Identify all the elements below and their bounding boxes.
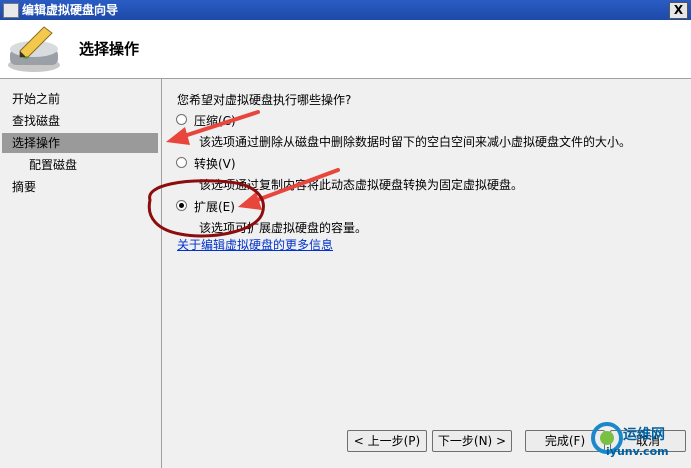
disk-pencil-icon	[8, 26, 60, 72]
question-label: 您希望对虚拟硬盘执行哪些操作?	[177, 93, 352, 107]
compact-description: 该选项通过删除从磁盘中删除数据时留下的空白空间来减小虚拟硬盘文件的大小。	[199, 135, 632, 149]
wizard-header: 选择操作	[0, 20, 691, 79]
wizard-steps-nav: 开始之前 查找磁盘 选择操作 配置磁盘 摘要	[0, 79, 162, 468]
expand-label[interactable]: 扩展(E)	[194, 198, 235, 215]
convert-description: 该选项通过复制内容将此动态虚拟硬盘转换为固定虚拟硬盘。	[199, 178, 524, 192]
nav-item-summary[interactable]: 摘要	[2, 177, 158, 197]
expand-description: 该选项可扩展虚拟硬盘的容量。	[199, 221, 368, 235]
previous-button[interactable]: < 上一步(P)	[347, 430, 427, 452]
compact-label[interactable]: 压缩(C)	[194, 112, 236, 129]
nav-item-configure-disk[interactable]: 配置磁盘	[2, 155, 158, 175]
wizard-content: 您希望对虚拟硬盘执行哪些操作? 压缩(C) 该选项通过删除从磁盘中删除数据时留下…	[162, 79, 691, 468]
convert-label[interactable]: 转换(V)	[194, 155, 236, 172]
expand-radio[interactable]	[176, 200, 187, 211]
window-title: 编辑虚拟硬盘向导	[22, 3, 119, 17]
more-info-link[interactable]: 关于编辑虚拟硬盘的更多信息	[177, 236, 333, 253]
title-bar: 编辑虚拟硬盘向导 X	[0, 0, 691, 20]
watermark-text-domain: iyunv.com	[606, 445, 669, 458]
nav-item-before-you-begin[interactable]: 开始之前	[2, 89, 158, 109]
watermark-text-cn: 运维网	[623, 427, 665, 443]
close-button[interactable]: X	[669, 2, 688, 19]
next-button[interactable]: 下一步(N) >	[432, 430, 512, 452]
page-title: 选择操作	[79, 40, 140, 58]
nav-item-locate-disk[interactable]: 查找磁盘	[2, 111, 158, 131]
nav-item-choose-action[interactable]: 选择操作	[2, 133, 158, 153]
convert-radio[interactable]	[176, 157, 187, 168]
site-watermark: 运维网 iyunv.com	[580, 415, 688, 465]
wizard-app-icon	[3, 3, 19, 18]
compact-radio[interactable]	[176, 114, 187, 125]
